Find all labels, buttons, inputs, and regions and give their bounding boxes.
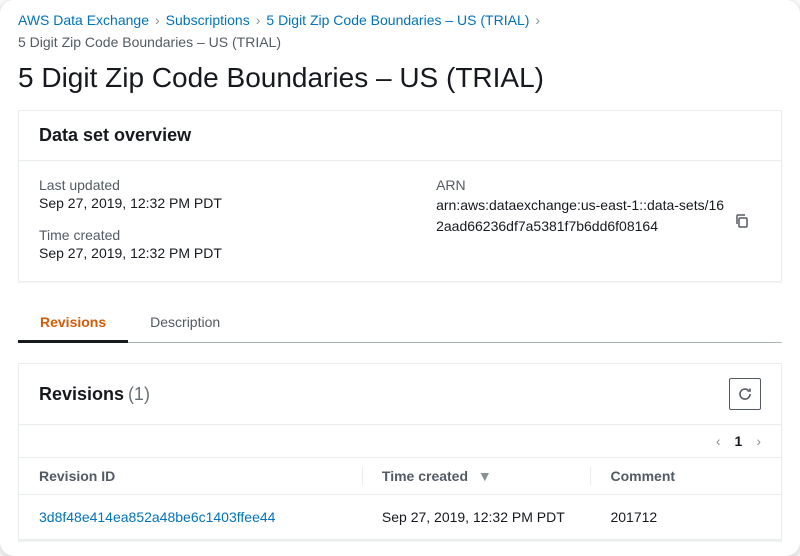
breadcrumb-current: 5 Digit Zip Code Boundaries – US (TRIAL) (18, 34, 281, 50)
revision-time-created: Sep 27, 2019, 12:32 PM PDT (362, 495, 591, 540)
revision-comment: 201712 (590, 495, 781, 540)
revisions-panel: Revisions (1) ‹ 1 › (18, 363, 782, 541)
pager-prev[interactable]: ‹ (716, 433, 721, 449)
chevron-left-icon: ‹ (716, 433, 721, 449)
revisions-count: (1) (128, 384, 150, 404)
breadcrumb: AWS Data Exchange › Subscriptions › 5 Di… (18, 10, 782, 56)
pager: ‹ 1 › (19, 425, 781, 457)
tabs: Revisions Description (18, 304, 782, 343)
data-set-overview-panel: Data set overview Last updated Sep 27, 2… (18, 110, 782, 282)
last-updated-label: Last updated (39, 177, 436, 193)
pager-next[interactable]: › (756, 433, 761, 449)
table-header-row: Revision ID Time created ▼ Comment (19, 458, 781, 495)
arn-value: arn:aws:dataexchange:us-east-1::data-set… (436, 195, 726, 237)
col-comment[interactable]: Comment (590, 458, 781, 495)
pager-page-number: 1 (735, 433, 743, 449)
last-updated-value: Sep 27, 2019, 12:32 PM PDT (39, 195, 436, 211)
revisions-heading: Revisions (39, 384, 124, 404)
table-row: 3d8f48e414ea852a48be6c1403ffee44 Sep 27,… (19, 495, 781, 540)
breadcrumb-link-product[interactable]: 5 Digit Zip Code Boundaries – US (TRIAL) (266, 12, 529, 28)
col-time-created-label: Time created (382, 468, 468, 484)
col-time-created[interactable]: Time created ▼ (362, 458, 591, 495)
refresh-button[interactable] (729, 378, 761, 410)
tab-revisions[interactable]: Revisions (18, 304, 128, 343)
tab-description[interactable]: Description (128, 304, 242, 342)
copy-arn-button[interactable] (734, 213, 750, 229)
chevron-right-icon: › (256, 12, 261, 28)
col-revision-id[interactable]: Revision ID (19, 458, 362, 495)
page-title: 5 Digit Zip Code Boundaries – US (TRIAL) (18, 62, 782, 94)
arn-label: ARN (436, 177, 761, 193)
time-created-label: Time created (39, 227, 436, 243)
copy-icon (734, 213, 750, 229)
sort-desc-icon: ▼ (478, 468, 492, 484)
time-created-value: Sep 27, 2019, 12:32 PM PDT (39, 245, 436, 261)
chevron-right-icon: › (155, 12, 160, 28)
chevron-right-icon: › (756, 433, 761, 449)
breadcrumb-link-subscriptions[interactable]: Subscriptions (166, 12, 250, 28)
revision-id-link[interactable]: 3d8f48e414ea852a48be6c1403ffee44 (39, 509, 275, 525)
overview-heading: Data set overview (19, 111, 781, 161)
revisions-table: Revision ID Time created ▼ Comment 3d8f4… (19, 457, 781, 540)
refresh-icon (737, 386, 753, 402)
chevron-right-icon: › (535, 12, 540, 28)
breadcrumb-link-aws-data-exchange[interactable]: AWS Data Exchange (18, 12, 149, 28)
